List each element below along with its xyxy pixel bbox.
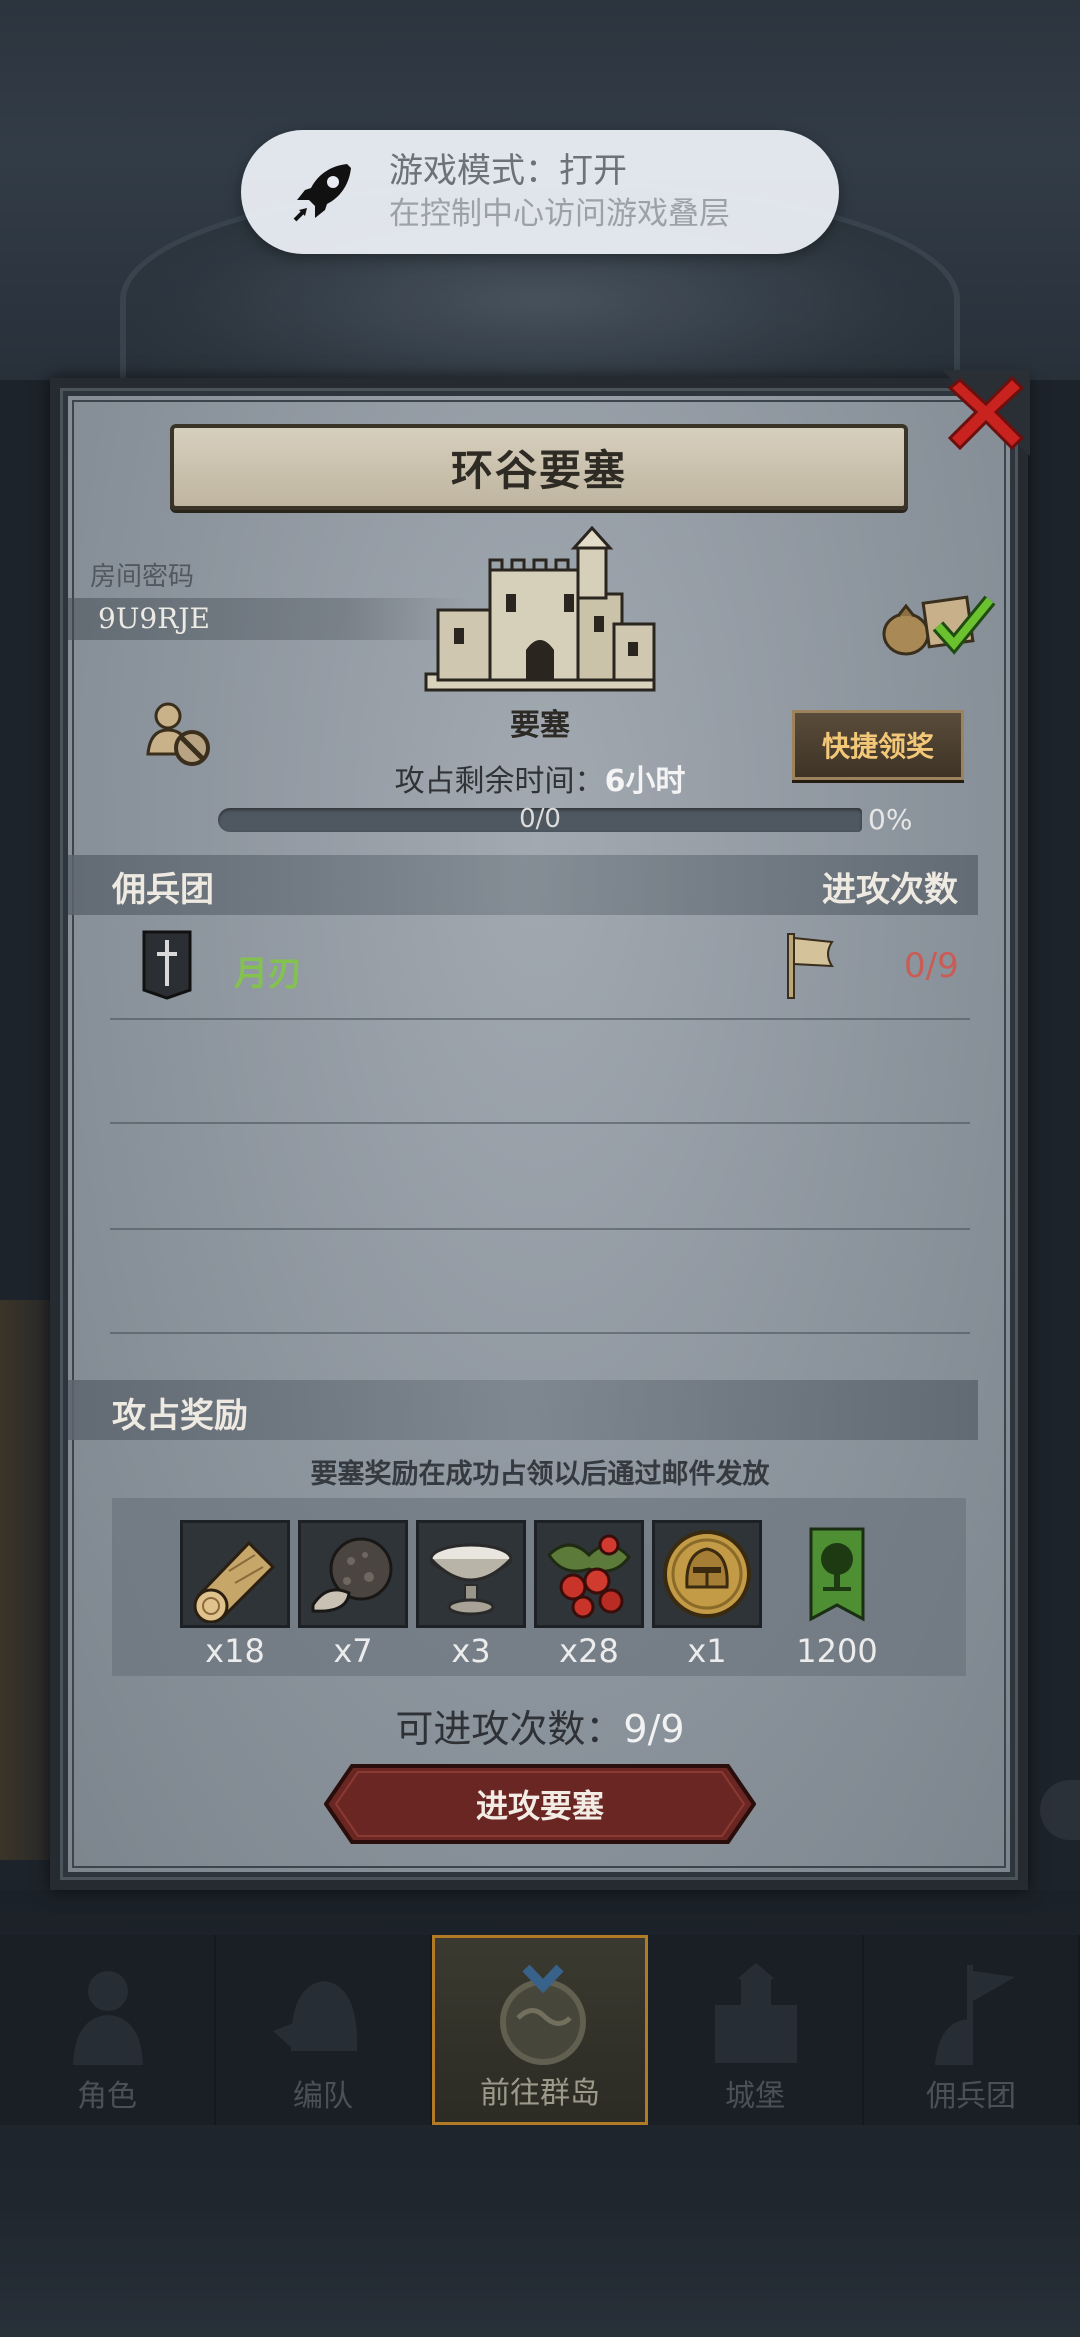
helmet-coin-icon	[663, 1530, 751, 1618]
compass-map-icon	[500, 1964, 586, 2065]
reward-item[interactable]: x3	[416, 1520, 526, 1670]
banner-knight-icon	[935, 1965, 1015, 2065]
row-divider	[110, 1122, 970, 1124]
reward-item[interactable]: x18	[180, 1520, 290, 1670]
reward-item[interactable]: x1	[652, 1520, 762, 1670]
rocket-icon	[293, 164, 351, 222]
rewards-note: 要塞奖励在成功占领以后通过邮件发放	[310, 1459, 770, 1490]
reward-slot	[652, 1520, 762, 1628]
nav-item-castle[interactable]: 城堡	[648, 1935, 864, 2125]
silver-bowl-icon	[429, 1543, 513, 1616]
reward-qty: 1200	[796, 1632, 878, 1670]
reward-item[interactable]: 1200	[782, 1520, 892, 1670]
bottom-navigation: 角色 编队 前往群岛 城堡 佣兵团	[0, 1935, 1080, 2125]
row-divider	[110, 1332, 970, 1334]
reward-slot	[534, 1520, 644, 1628]
nav-label: 前往群岛	[480, 2076, 600, 2111]
nav-item-islands[interactable]: 前往群岛	[432, 1935, 648, 2125]
reward-item[interactable]: x7	[298, 1520, 408, 1670]
attack-fortress-button[interactable]: 进攻要塞	[323, 1764, 757, 1844]
reward-qty: x3	[451, 1632, 491, 1670]
nav-label: 城堡	[725, 2079, 785, 2114]
fortress-title-plate: 环谷要塞	[170, 424, 908, 510]
castle-nav-icon	[715, 1963, 797, 2063]
fortress-title: 环谷要塞	[450, 445, 627, 495]
attacks-remaining-label: 可进攻次数：	[395, 1707, 624, 1751]
capture-progress-percent: 0%	[868, 803, 913, 836]
helmet-icon	[273, 1981, 358, 2051]
toast-title: 游戏模式：打开	[389, 151, 627, 191]
nav-item-character[interactable]: 角色	[0, 1935, 216, 2125]
castle-icon	[424, 525, 656, 692]
reward-slot	[180, 1520, 290, 1628]
room-code-label: 房间密码	[90, 562, 195, 592]
wood-log-icon	[193, 1540, 276, 1623]
sword-shield-icon	[142, 930, 192, 1000]
reward-qty: x7	[333, 1632, 373, 1670]
capture-progress-text: 0/0	[519, 804, 561, 834]
reward-item[interactable]: x28	[534, 1520, 644, 1670]
reward-slot	[416, 1520, 526, 1628]
row-divider	[110, 1228, 970, 1230]
reward-qty: x18	[205, 1632, 265, 1670]
knight-icon	[73, 1971, 143, 2065]
nav-label: 编队	[293, 2079, 353, 2114]
berries-icon	[547, 1534, 631, 1619]
mercenary-name: 月刃	[234, 954, 302, 994]
tree-banner-icon	[809, 1527, 865, 1622]
attacks-remaining: 可进攻次数：9/9	[0, 1698, 1080, 1753]
room-code[interactable]: 9U9RJE	[98, 602, 210, 635]
rewards-section-title: 攻占奖励	[112, 1396, 248, 1436]
claimed-bag-check-icon	[882, 595, 996, 656]
capture-progress-bar: 0/0	[218, 804, 862, 834]
nav-label: 佣兵团	[926, 2079, 1016, 2114]
reward-slot	[782, 1520, 892, 1628]
attack-count-header: 进攻次数	[822, 870, 958, 910]
mercenary-attack-count: 0/9	[904, 946, 959, 986]
capture-time-value: 6小时	[604, 764, 686, 799]
reward-qty: x1	[687, 1632, 727, 1670]
nav-item-formation[interactable]: 编队	[216, 1935, 432, 2125]
background-side-panel	[0, 1300, 50, 1860]
mercenary-section-title: 佣兵团	[112, 870, 214, 910]
truffle-icon	[311, 1537, 393, 1613]
attacks-remaining-value: 9/9	[623, 1707, 685, 1751]
reward-slot	[298, 1520, 408, 1628]
close-icon[interactable]	[942, 370, 1030, 456]
background-side-button	[1040, 1780, 1080, 1840]
capture-time-label: 攻占剩余时间：	[394, 764, 605, 799]
toast-subtitle: 在控制中心访问游戏叠层	[389, 196, 730, 232]
nav-item-mercenary[interactable]: 佣兵团	[864, 1935, 1080, 2125]
attack-fortress-label: 进攻要塞	[475, 1787, 604, 1825]
nav-label: 角色	[77, 2079, 137, 2114]
reward-qty: x28	[559, 1632, 619, 1670]
game-mode-toast[interactable]: 游戏模式：打开 在控制中心访问游戏叠层	[241, 130, 839, 254]
flag-icon	[787, 933, 834, 999]
row-divider	[110, 1018, 970, 1020]
capture-time-remaining: 攻占剩余时间：6小时	[0, 756, 1080, 800]
